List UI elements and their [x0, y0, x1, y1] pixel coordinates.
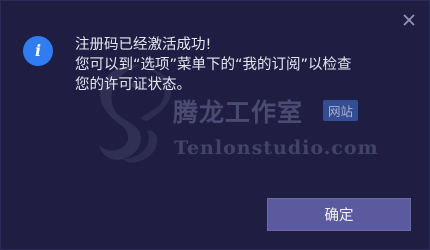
info-icon: i — [23, 36, 53, 66]
activation-dialog: i 腾龙工作室 网站 Tenlonstudio.com 注册码已经激活成功! 您… — [0, 0, 430, 250]
watermark-domain: Tenlonstudio.com — [174, 137, 379, 159]
ok-button[interactable]: 确定 — [267, 198, 411, 231]
dialog-message: 注册码已经激活成功! 您可以到“选项”菜单下的“我的订阅”以检查 您的许可证状态… — [75, 35, 415, 95]
watermark-badge: 网站 — [323, 100, 359, 121]
message-line: 您可以到“选项”菜单下的“我的订阅”以检查 — [75, 57, 352, 73]
message-line: 注册码已经激活成功! — [75, 37, 212, 53]
message-line: 您的许可证状态。 — [75, 77, 191, 93]
close-icon[interactable] — [401, 12, 417, 28]
info-glyph: i — [34, 41, 42, 60]
watermark-title: 腾龙工作室 — [173, 98, 304, 127]
